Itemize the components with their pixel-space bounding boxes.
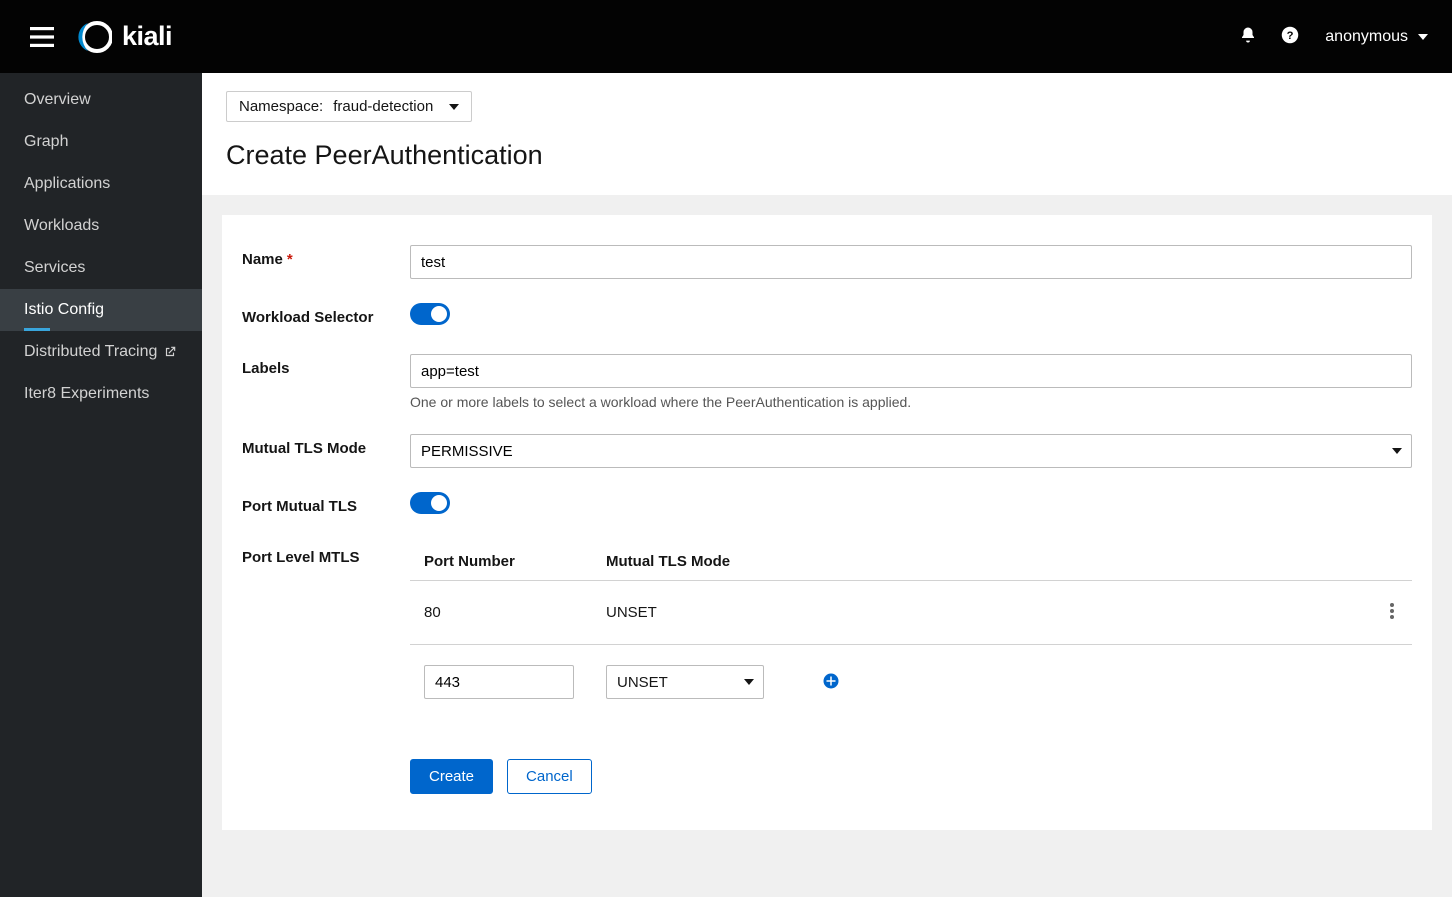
col-port-number: Port Number xyxy=(410,543,592,581)
sidebar-item-label: Graph xyxy=(24,133,68,151)
main-content: Namespace: fraud-detection Create PeerAu… xyxy=(202,73,1452,897)
port-level-table: Port Number Mutual TLS Mode 80 UNSET xyxy=(410,543,1412,719)
user-name: anonymous xyxy=(1325,28,1408,46)
help-button[interactable]: ? xyxy=(1275,20,1305,53)
labels-input[interactable] xyxy=(410,354,1412,388)
caret-down-icon xyxy=(744,677,754,687)
kiali-logo-icon xyxy=(78,20,112,54)
row-port-mtls: Port Mutual TLS xyxy=(242,492,1412,519)
row-name: Name* xyxy=(242,245,1412,279)
port-row-actions-button[interactable] xyxy=(1386,599,1398,626)
kebab-icon xyxy=(1390,603,1394,619)
brand-text: kiali xyxy=(122,21,172,52)
sidebar-item-iter8[interactable]: Iter8 Experiments xyxy=(0,373,202,415)
menu-toggle-button[interactable] xyxy=(24,21,60,53)
plus-circle-icon xyxy=(822,672,840,690)
sidebar-item-overview[interactable]: Overview xyxy=(0,79,202,121)
sidebar-item-label: Iter8 Experiments xyxy=(24,385,149,403)
namespace-value: fraud-detection xyxy=(333,98,433,115)
sidebar-item-label: Distributed Tracing xyxy=(24,343,157,361)
row-port-level-mtls: Port Level MTLS Port Number Mutual TLS M… xyxy=(242,543,1412,719)
page-title: Create PeerAuthentication xyxy=(226,140,1428,171)
row-labels: Labels One or more labels to select a wo… xyxy=(242,354,1412,410)
port-row-port: 80 xyxy=(410,581,592,645)
name-label: Name* xyxy=(242,245,410,268)
workload-selector-label: Workload Selector xyxy=(242,303,410,326)
new-port-mode-select[interactable]: UNSET xyxy=(606,665,764,699)
sidebar-item-istio-config[interactable]: Istio Config xyxy=(0,289,202,331)
sidebar-item-label: Overview xyxy=(24,91,91,109)
mtls-mode-label: Mutual TLS Mode xyxy=(242,434,410,457)
row-workload-selector: Workload Selector xyxy=(242,303,1412,330)
add-port-button[interactable] xyxy=(818,668,844,697)
notifications-button[interactable] xyxy=(1233,20,1263,53)
sidebar-item-applications[interactable]: Applications xyxy=(0,163,202,205)
external-link-icon xyxy=(163,345,177,359)
sidebar-item-workloads[interactable]: Workloads xyxy=(0,205,202,247)
caret-down-icon xyxy=(449,102,459,112)
hamburger-icon xyxy=(30,27,54,47)
name-input[interactable] xyxy=(410,245,1412,279)
sidebar-item-label: Istio Config xyxy=(24,301,104,319)
labels-help-text: One or more labels to select a workload … xyxy=(410,394,1412,410)
row-mtls-mode: Mutual TLS Mode xyxy=(242,434,1412,468)
namespace-label: Namespace: xyxy=(239,98,323,115)
topbar: kiali ? anonymous xyxy=(0,0,1452,73)
sidebar-item-label: Workloads xyxy=(24,217,99,235)
port-new-row: UNSET xyxy=(410,645,1412,720)
new-port-number-input[interactable] xyxy=(424,665,574,699)
workload-selector-toggle[interactable] xyxy=(410,303,450,325)
help-icon: ? xyxy=(1281,26,1299,44)
user-menu[interactable]: anonymous xyxy=(1325,28,1428,46)
cancel-button[interactable]: Cancel xyxy=(507,759,592,794)
port-row: 80 UNSET xyxy=(410,581,1412,645)
port-mtls-toggle[interactable] xyxy=(410,492,450,514)
form-actions: Create Cancel xyxy=(410,759,1412,794)
sidebar: Overview Graph Applications Workloads Se… xyxy=(0,73,202,897)
page-header: Namespace: fraud-detection Create PeerAu… xyxy=(202,73,1452,195)
port-level-mtls-label: Port Level MTLS xyxy=(242,543,410,566)
labels-label: Labels xyxy=(242,354,410,377)
sidebar-item-graph[interactable]: Graph xyxy=(0,121,202,163)
caret-down-icon xyxy=(1392,446,1402,456)
create-button[interactable]: Create xyxy=(410,759,493,794)
sidebar-item-label: Applications xyxy=(24,175,110,193)
form-card: Name* Workload Selector Labels One or mo… xyxy=(222,215,1432,830)
caret-down-icon xyxy=(1418,32,1428,42)
port-mtls-label: Port Mutual TLS xyxy=(242,492,410,515)
sidebar-item-services[interactable]: Services xyxy=(0,247,202,289)
sidebar-item-distributed-tracing[interactable]: Distributed Tracing xyxy=(0,331,202,373)
sidebar-item-label: Services xyxy=(24,259,85,277)
col-mtls-mode: Mutual TLS Mode xyxy=(592,543,1352,581)
svg-text:?: ? xyxy=(1287,30,1294,42)
brand: kiali xyxy=(78,20,172,54)
namespace-selector[interactable]: Namespace: fraud-detection xyxy=(226,91,472,122)
mtls-mode-select[interactable] xyxy=(410,434,1412,468)
bell-icon xyxy=(1239,26,1257,44)
port-row-mode: UNSET xyxy=(592,581,1352,645)
